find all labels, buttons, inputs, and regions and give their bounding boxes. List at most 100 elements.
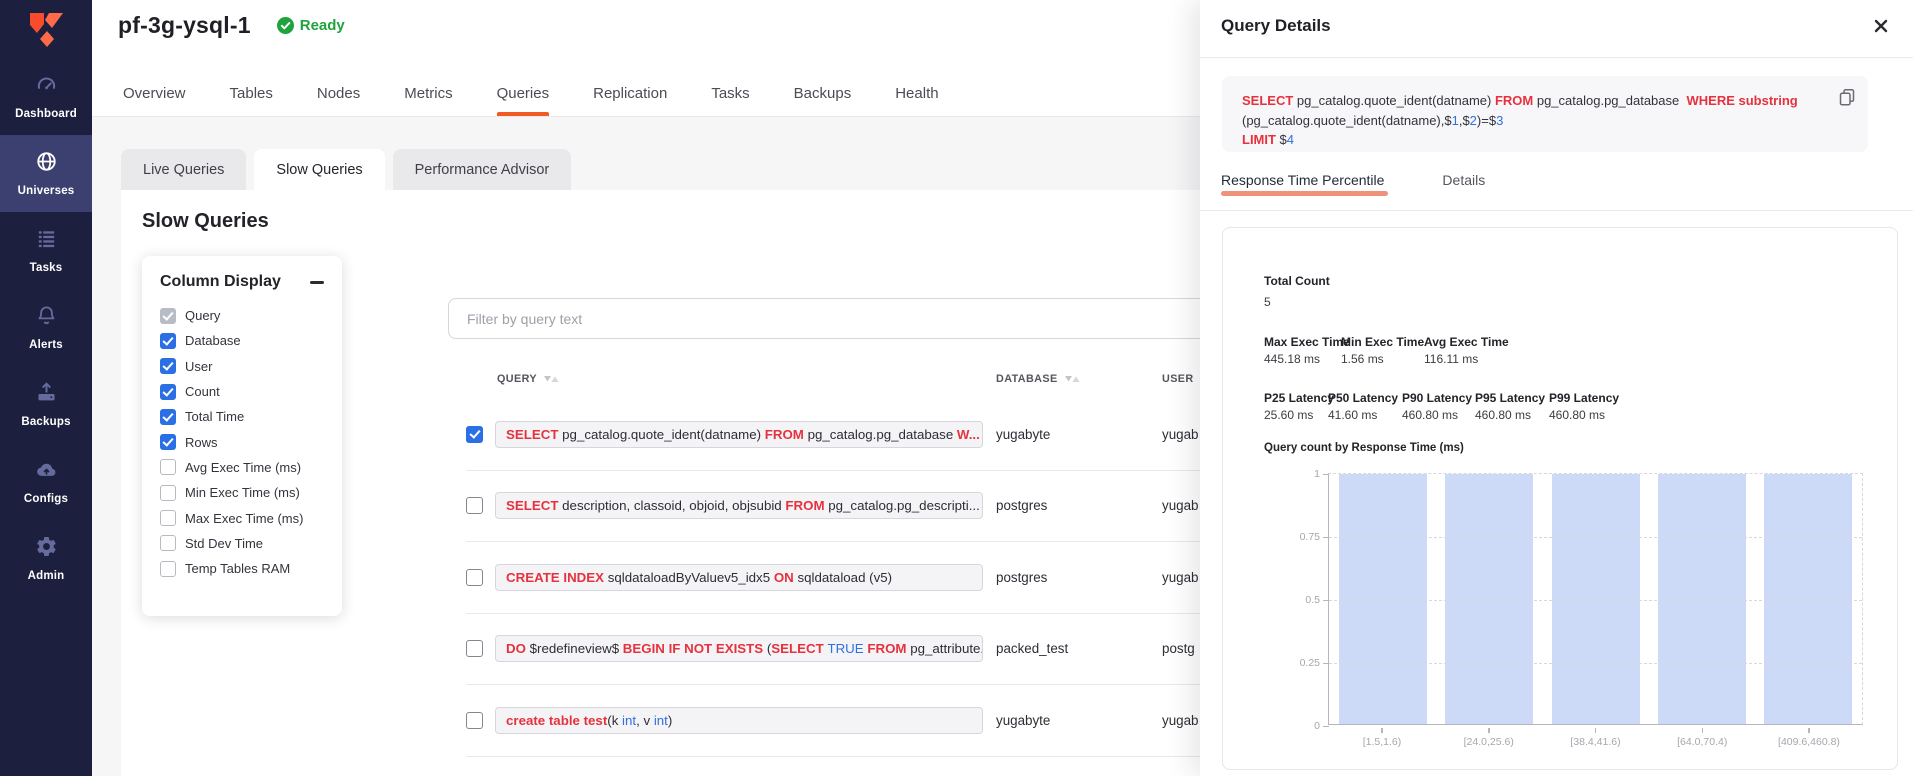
- database-cell: postgres: [996, 570, 1162, 585]
- x-tick-label: [409.6,460.8): [1765, 736, 1853, 748]
- sql-segment: create table test: [506, 713, 607, 728]
- x-axis-tick: [409.6,460.8): [1765, 728, 1853, 748]
- row-checkbox[interactable]: [466, 426, 483, 443]
- x-axis-tick: [1.5,1.6): [1338, 728, 1426, 748]
- column-option-label: Count: [185, 384, 220, 399]
- y-tick-mark: [1323, 663, 1329, 665]
- tab-backups[interactable]: Backups: [794, 70, 852, 116]
- column-header-database[interactable]: DATABASE: [996, 373, 1162, 385]
- database-cell: postgres: [996, 498, 1162, 513]
- checkbox[interactable]: [160, 535, 176, 551]
- sql-segment: pg_attribute...: [910, 641, 983, 656]
- checkbox[interactable]: [160, 561, 176, 577]
- tab-nodes[interactable]: Nodes: [317, 70, 360, 116]
- subtab-performance-advisor[interactable]: Performance Advisor: [393, 149, 572, 190]
- stat-label: P90 Latency: [1402, 391, 1472, 405]
- column-option-label: Avg Exec Time (ms): [185, 460, 301, 475]
- column-display-title: Column Display: [160, 273, 281, 291]
- tab-queries[interactable]: Queries: [497, 70, 550, 116]
- sidebar-item-alerts[interactable]: Alerts: [0, 289, 92, 366]
- column-option-temp-tables-ram[interactable]: Temp Tables RAM: [160, 556, 324, 581]
- checkbox[interactable]: [160, 434, 176, 450]
- sidebar-item-universes[interactable]: Universes: [0, 135, 92, 212]
- yugabyte-logo[interactable]: [22, 10, 70, 54]
- sort-icon[interactable]: [1064, 375, 1080, 383]
- sidebar-item-configs[interactable]: Configs: [0, 443, 92, 520]
- sql-segment: SELECT: [771, 641, 827, 656]
- sql-segment: ON: [774, 570, 798, 585]
- chart-bar: [1445, 474, 1533, 724]
- x-axis-tick: [24.0,25.6): [1445, 728, 1533, 748]
- row-checkbox[interactable]: [466, 497, 483, 514]
- checkbox[interactable]: [160, 459, 176, 475]
- sql-segment: 3: [1496, 113, 1503, 128]
- detail-tab-details[interactable]: Details: [1442, 172, 1485, 210]
- x-tick-mark: [1488, 728, 1490, 733]
- sidebar-item-backups[interactable]: Backups: [0, 366, 92, 443]
- subtab-live-queries[interactable]: Live Queries: [121, 149, 246, 190]
- checkbox[interactable]: [160, 358, 176, 374]
- tab-metrics[interactable]: Metrics: [404, 70, 452, 116]
- row-checkbox[interactable]: [466, 569, 483, 586]
- subtab-slow-queries[interactable]: Slow Queries: [254, 149, 384, 190]
- gridline: [1329, 537, 1862, 538]
- collapse-minus-icon[interactable]: [310, 281, 324, 284]
- column-option-min-exec-time-ms-[interactable]: Min Exec Time (ms): [160, 480, 324, 505]
- column-option-rows[interactable]: Rows: [160, 429, 324, 454]
- row-checkbox[interactable]: [466, 712, 483, 729]
- detail-tab-response-time-percentile[interactable]: Response Time Percentile: [1221, 172, 1384, 210]
- tab-tasks[interactable]: Tasks: [711, 70, 749, 116]
- column-option-avg-exec-time-ms-[interactable]: Avg Exec Time (ms): [160, 455, 324, 480]
- stat-label: Avg Exec Time: [1424, 335, 1509, 349]
- row-checkbox[interactable]: [466, 640, 483, 657]
- close-icon[interactable]: [1873, 18, 1889, 34]
- column-option-query[interactable]: Query: [160, 303, 324, 328]
- query-subtabs: Live QueriesSlow QueriesPerformance Advi…: [121, 149, 571, 190]
- sql-segment: BEGIN IF NOT EXISTS: [623, 641, 767, 656]
- sql-line: SELECT pg_catalog.quote_ident(datname) F…: [1242, 91, 1822, 111]
- chart-title: Query count by Response Time (ms): [1264, 442, 1464, 454]
- tab-tables[interactable]: Tables: [230, 70, 273, 116]
- column-option-std-dev-time[interactable]: Std Dev Time: [160, 531, 324, 556]
- query-cell: SELECT description, classoid, objoid, ob…: [495, 492, 983, 519]
- title-row: pf-3g-ysql-1 Ready: [118, 12, 345, 39]
- sidebar-item-label: Configs: [24, 493, 68, 505]
- sort-icon[interactable]: [543, 375, 559, 383]
- query-cell: create table test(k int, v int): [495, 707, 983, 734]
- chart-bar: [1552, 474, 1640, 724]
- tab-replication[interactable]: Replication: [593, 70, 667, 116]
- stat-value: 445.18 ms: [1264, 352, 1320, 366]
- stat-value: 460.80 ms: [1475, 408, 1531, 422]
- gridline: [1329, 663, 1862, 664]
- column-option-user[interactable]: User: [160, 354, 324, 379]
- column-option-label: Database: [185, 333, 241, 348]
- sidebar-item-label: Universes: [18, 185, 75, 197]
- stat-value: 460.80 ms: [1549, 408, 1605, 422]
- checkbox[interactable]: [160, 308, 176, 324]
- copy-icon[interactable]: [1838, 88, 1856, 106]
- query-filter-input[interactable]: [448, 298, 1238, 339]
- checkbox[interactable]: [160, 384, 176, 400]
- sql-line: LIMIT $4: [1242, 130, 1822, 150]
- universe-tabs: Overview Tables Nodes Metrics Queries Replica…: [123, 70, 939, 116]
- column-option-database[interactable]: Database: [160, 328, 324, 353]
- sidebar-item-dashboard[interactable]: Dashboard: [0, 58, 92, 135]
- checkbox[interactable]: [160, 510, 176, 526]
- tab-health[interactable]: Health: [895, 70, 938, 116]
- chart-bar: [1658, 474, 1746, 724]
- checkbox[interactable]: [160, 333, 176, 349]
- column-option-count[interactable]: Count: [160, 379, 324, 404]
- x-tick-label: [38.4,41.6): [1552, 736, 1640, 748]
- checkbox[interactable]: [160, 409, 176, 425]
- sidebar-item-admin[interactable]: Admin: [0, 520, 92, 597]
- tab-overview[interactable]: Overview: [123, 70, 186, 116]
- sql-segment: CREATE INDEX: [506, 570, 608, 585]
- column-checkbox-list: Query Database User Count Total TimeRows Avg …: [160, 303, 324, 581]
- sidebar-item-tasks[interactable]: Tasks: [0, 212, 92, 289]
- stat-label: P99 Latency: [1549, 391, 1619, 405]
- column-header-query[interactable]: QUERY: [497, 373, 983, 385]
- checkbox[interactable]: [160, 485, 176, 501]
- column-option-total-time[interactable]: Total Time: [160, 404, 324, 429]
- sidebar-item-label: Alerts: [29, 339, 63, 351]
- column-option-max-exec-time-ms-[interactable]: Max Exec Time (ms): [160, 505, 324, 530]
